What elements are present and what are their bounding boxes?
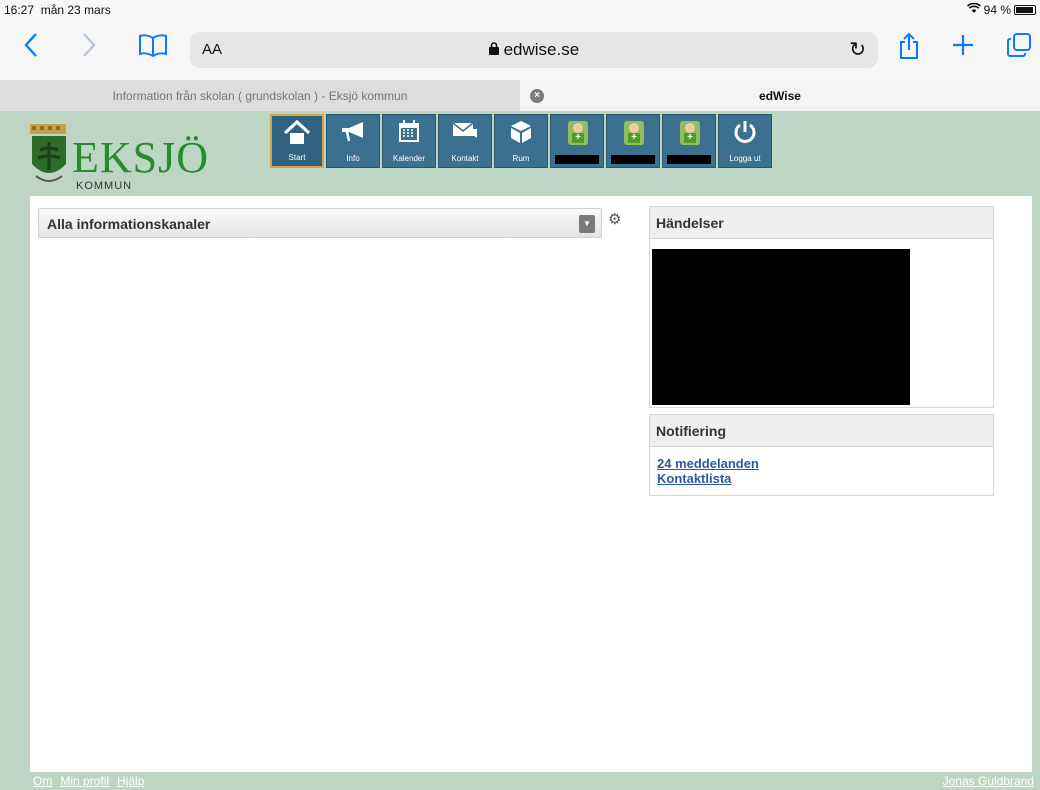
calendar-icon (383, 119, 435, 153)
status-time: 16:27 mån 23 mars (4, 3, 111, 17)
browser-toolbar: AA edwise.se ↻ (0, 22, 1040, 78)
student-avatar-icon: + (568, 121, 588, 145)
tab-edwise[interactable]: × edWise (520, 80, 1040, 111)
channel-select-value: Alla informationskanaler (47, 216, 211, 232)
nav-student-3-button[interactable]: + (662, 114, 716, 168)
battery-percent: 94 % (983, 3, 1011, 17)
address-bar[interactable]: AA edwise.se ↻ (190, 32, 878, 68)
wifi-icon (966, 2, 981, 17)
nav-rum-button[interactable]: Rum (494, 114, 548, 168)
nav-label: Kalender (392, 154, 426, 163)
status-right: 94 % (966, 2, 1036, 17)
tabs-overview-icon[interactable] (1006, 32, 1032, 64)
notification-panel-title: Notifiering (650, 415, 993, 447)
nav-kontakt-button[interactable]: Kontakt (438, 114, 492, 168)
tab-bar: Information från skolan ( grundskolan ) … (0, 80, 1040, 112)
megaphone-icon (327, 119, 379, 151)
contact-list-link[interactable]: Kontaktlista (657, 471, 986, 486)
status-date: mån 23 mars (40, 3, 111, 17)
events-panel: Händelser (649, 206, 994, 408)
close-tab-icon[interactable]: × (530, 89, 544, 103)
student-avatar-icon: + (624, 121, 644, 145)
status-bar: 16:27 mån 23 mars 94 % (0, 0, 1040, 22)
footer-link-om[interactable]: Om (33, 774, 52, 788)
battery-icon (1014, 5, 1036, 15)
share-icon[interactable] (898, 32, 920, 66)
lock-icon (488, 40, 504, 59)
nav-kalender-button[interactable]: Kalender (382, 114, 436, 168)
forward-chevron-icon[interactable] (82, 32, 96, 64)
main-nav: Start Info Kalender Kontakt Rum + + + Lo… (270, 114, 772, 168)
nav-student-1-button[interactable]: + (550, 114, 604, 168)
logo-name: EKSJÖ (72, 133, 210, 182)
gear-icon[interactable]: ⚙ (608, 210, 621, 228)
main-content: Alla informationskanaler ▼ ⚙ Händelser N… (30, 196, 1032, 772)
messages-link[interactable]: 24 meddelanden (657, 456, 986, 471)
tab-label: edWise (759, 89, 801, 103)
edwise-page: EKSJÖ KOMMUN Start Info Kalender Kontakt… (0, 112, 1040, 790)
tab-label: Information från skolan ( grundskolan ) … (112, 89, 408, 103)
footer-link-min-profil[interactable]: Min profil (60, 774, 109, 788)
home-icon (272, 119, 322, 154)
url-display: edwise.se (190, 40, 878, 60)
nav-logout-button[interactable]: Logga ut (718, 114, 772, 168)
redacted-name (611, 155, 655, 164)
nav-label: Kontakt (451, 154, 479, 163)
notification-panel: Notifiering 24 meddelanden Kontaktlista (649, 414, 994, 496)
events-panel-title: Händelser (650, 207, 993, 239)
chevron-down-icon[interactable]: ▼ (579, 215, 595, 233)
cube-icon (495, 119, 547, 153)
crest-icon (28, 124, 70, 188)
logo-subtitle: KOMMUN (76, 180, 133, 192)
notification-links: 24 meddelanden Kontaktlista (650, 447, 993, 495)
nav-info-button[interactable]: Info (326, 114, 380, 168)
nav-label: Info (346, 154, 360, 163)
nav-student-2-button[interactable]: + (606, 114, 660, 168)
nav-label: Rum (512, 154, 530, 163)
nav-start-button[interactable]: Start (270, 114, 324, 168)
back-chevron-icon[interactable] (24, 32, 38, 64)
reload-icon[interactable]: ↻ (849, 37, 866, 62)
footer-links: Om Min profil Hjälp (33, 774, 144, 788)
redacted-name (667, 155, 711, 164)
redacted-name (555, 155, 599, 164)
footer-user-link[interactable]: Jonas Guldbrand (943, 774, 1034, 788)
tab-eksjo-info[interactable]: Information från skolan ( grundskolan ) … (0, 80, 520, 111)
url-text: edwise.se (503, 40, 580, 59)
power-icon (719, 119, 771, 153)
nav-label: Start (288, 153, 306, 162)
footer: Om Min profil Hjälp Jonas Guldbrand (0, 772, 1040, 790)
redacted-events (652, 249, 910, 405)
bookmarks-book-icon[interactable] (138, 32, 168, 64)
channel-select[interactable]: Alla informationskanaler ▼ (38, 208, 602, 238)
new-tab-plus-icon[interactable] (952, 32, 974, 62)
nav-label: Logga ut (729, 154, 761, 163)
mail-icon (439, 119, 491, 151)
footer-link-hjalp[interactable]: Hjälp (117, 774, 144, 788)
eksjo-logo[interactable]: EKSJÖ KOMMUN (28, 122, 208, 192)
student-avatar-icon: + (680, 121, 700, 145)
